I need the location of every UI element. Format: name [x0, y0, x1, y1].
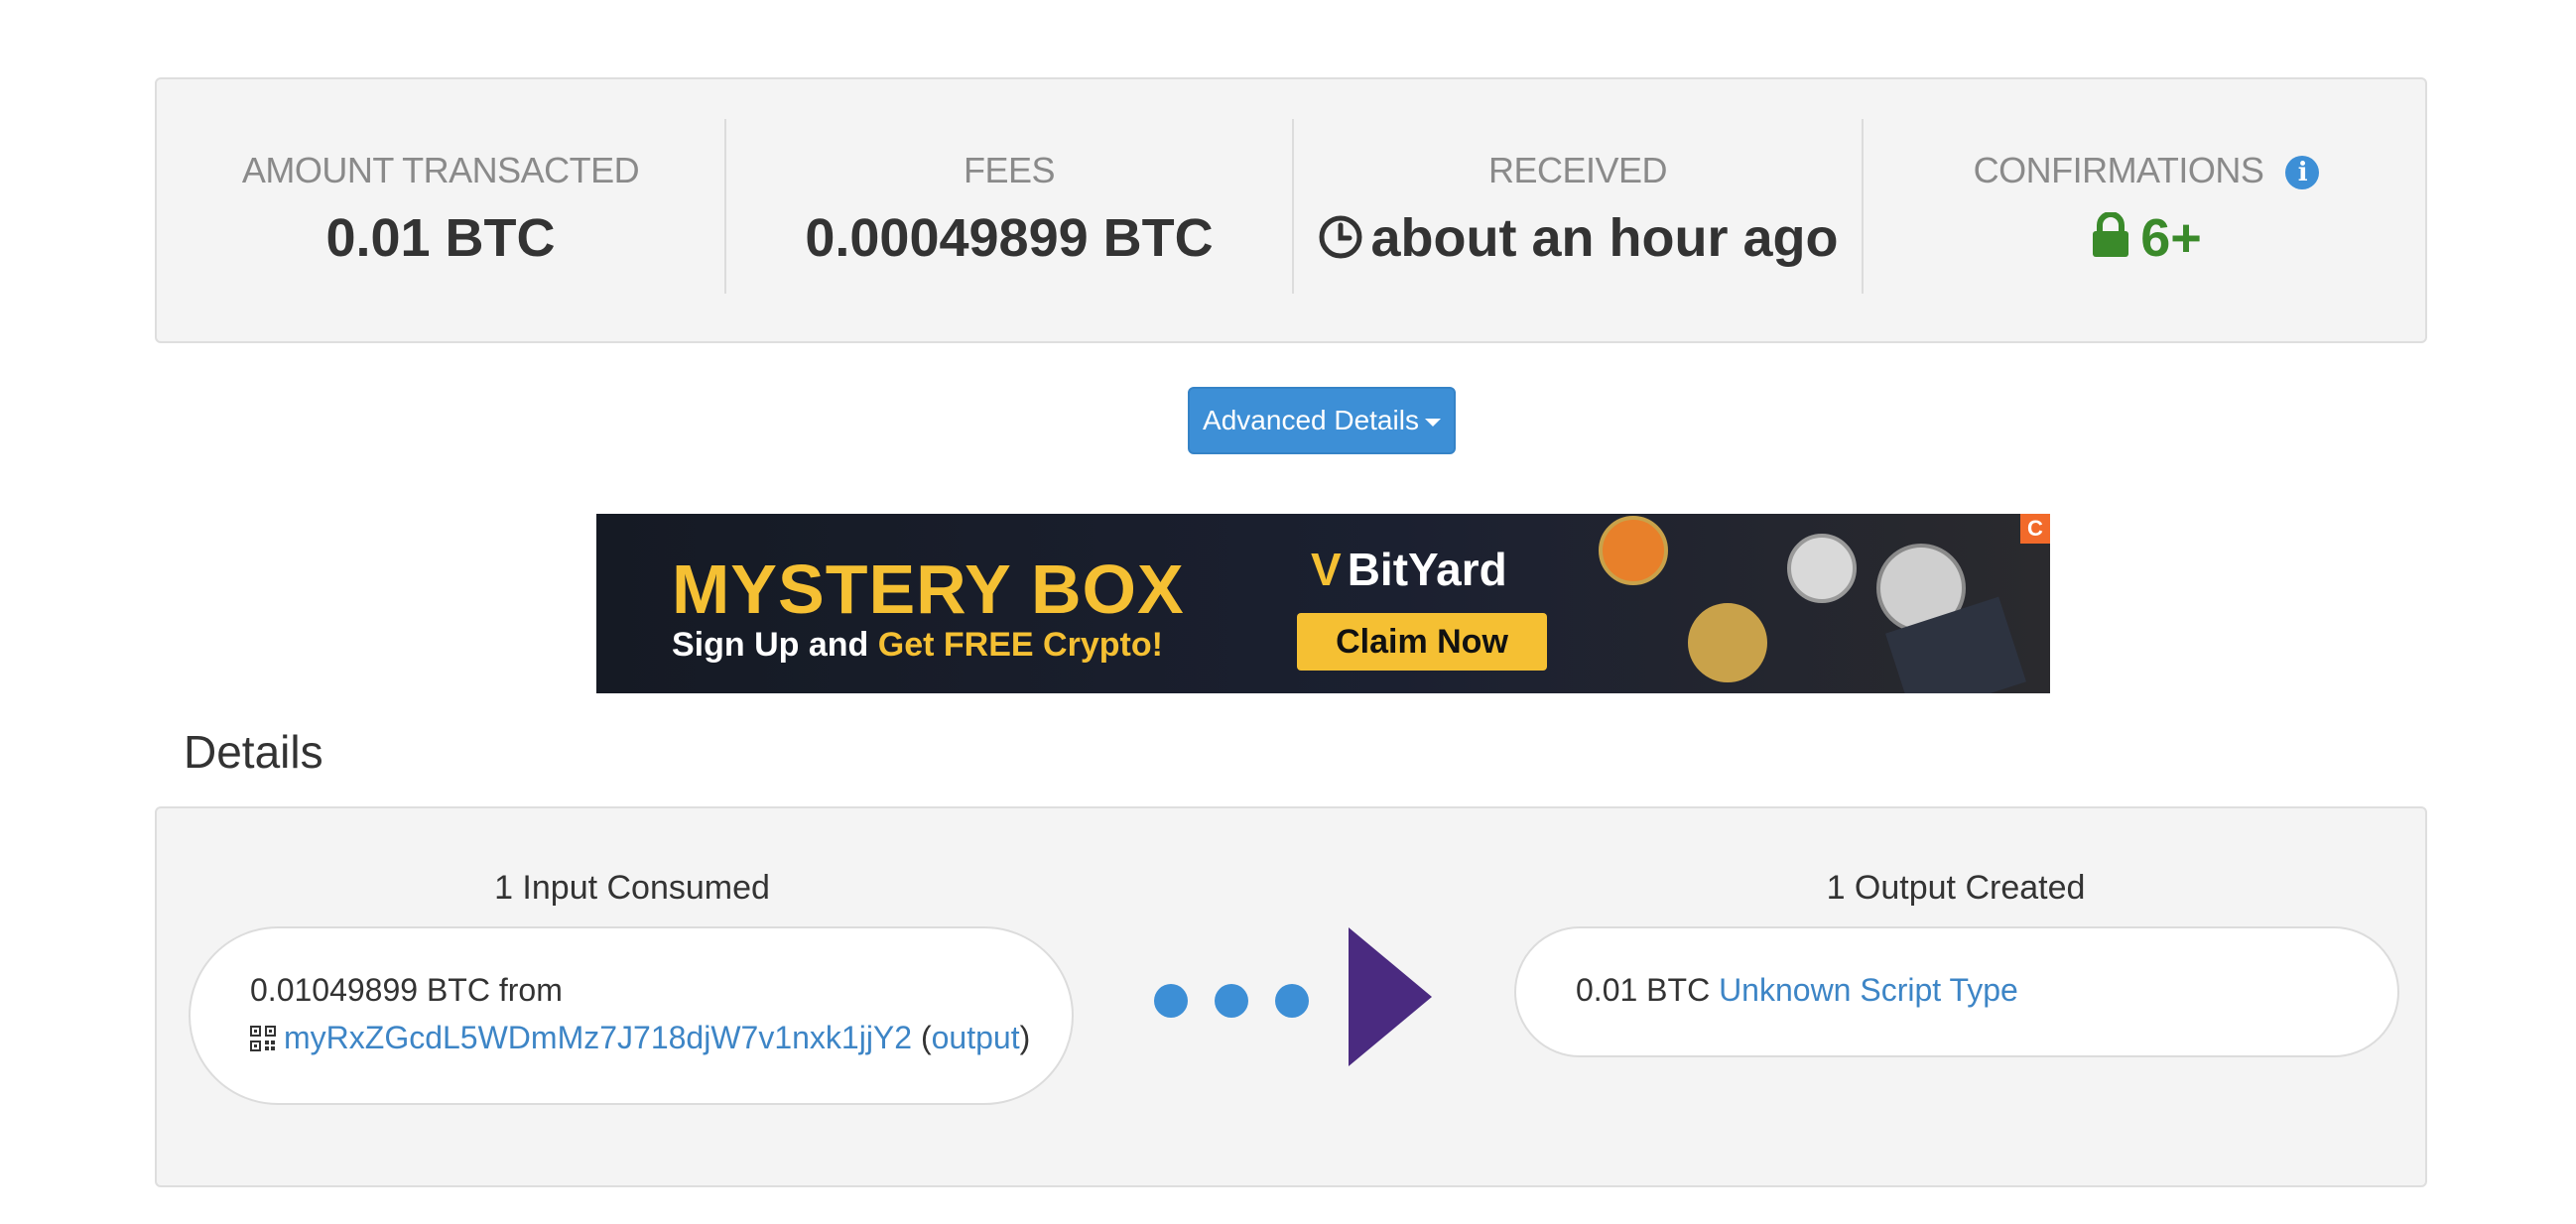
details-panel: 1 Input Consumed 1 Output Created 0.0104…	[155, 806, 2427, 1187]
received-label: RECEIVED	[1487, 150, 1668, 190]
input-address-row: myRxZGcdL5WDmMz7J718djW7v1nxk1jjY2 (outp…	[250, 1014, 1072, 1061]
received-value-row: about an hour ago	[1294, 206, 1862, 270]
from-label: from	[498, 972, 563, 1008]
caret-down-icon	[1424, 418, 1441, 427]
outputs-heading: 1 Output Created	[1826, 869, 2086, 907]
input-address-link[interactable]: myRxZGcdL5WDmMz7J718djW7v1nxk1jjY2	[284, 1020, 912, 1055]
inputs-heading: 1 Input Consumed	[494, 869, 770, 907]
confirmations-label: CONFIRMATIONS	[1973, 150, 2264, 190]
input-amount-row: 0.01049899 BTC from	[250, 966, 1072, 1014]
fees-label: FEES	[963, 150, 1056, 190]
amount-label: AMOUNT TRANSACTED	[241, 150, 640, 190]
details-title: Details	[184, 726, 323, 778]
input-amount: 0.01049899 BTC	[250, 972, 490, 1008]
output-item: 0.01 BTC Unknown Script Type	[1514, 926, 2399, 1057]
ad-banner[interactable]: MYSTERY BOX Sign Up and Get FREE Crypto!…	[596, 514, 2050, 693]
received-stat: RECEIVED about an hour ago	[1294, 119, 1862, 294]
coin-icon	[1599, 516, 1668, 585]
advanced-details-label: Advanced Details	[1203, 405, 1419, 435]
ad-sub-highlight: Get FREE Crypto!	[877, 626, 1163, 664]
coin-icon	[1688, 603, 1767, 682]
ad-corner-badge[interactable]: C	[2020, 514, 2050, 544]
flow-arrow-icon	[1349, 927, 1432, 1066]
amount-value: 0.01 BTC	[325, 208, 556, 268]
confirmations-value: 6+	[2140, 208, 2202, 268]
advanced-details-button[interactable]: Advanced Details	[1188, 387, 1456, 454]
brand-logo-icon: V	[1311, 544, 1342, 595]
ad-brand: V BitYard	[1311, 542, 1507, 597]
info-icon[interactable]: i	[2285, 156, 2320, 190]
lock-icon	[2093, 211, 2129, 257]
ad-claim-button[interactable]: Claim Now	[1297, 613, 1547, 671]
clock-icon	[1319, 215, 1361, 259]
fees-stat: FEES 0.00049899 BTC	[726, 119, 1292, 294]
flow-dot	[1275, 984, 1309, 1018]
amount-stat: AMOUNT TRANSACTED 0.01 BTC	[157, 119, 724, 294]
ad-sub-prefix: Sign Up and	[672, 626, 878, 664]
confirmations-value-row: 6+	[1864, 206, 2429, 270]
received-value: about an hour ago	[1370, 208, 1839, 268]
coin-icon	[1787, 534, 1857, 603]
input-item: 0.01049899 BTC from myRxZGcdL5WDmMz7J718…	[189, 926, 1074, 1105]
output-amount: 0.01 BTC	[1576, 972, 1711, 1008]
flow-dot	[1215, 984, 1248, 1018]
fees-value: 0.00049899 BTC	[805, 208, 1214, 268]
output-script-type-link[interactable]: Unknown Script Type	[1719, 972, 2018, 1008]
ad-subline: Sign Up and Get FREE Crypto!	[672, 625, 1163, 665]
flow-dot	[1154, 984, 1188, 1018]
ad-headline: MYSTERY BOX	[672, 551, 1185, 628]
confirmations-stat: CONFIRMATIONS i 6+	[1864, 119, 2429, 294]
ad-brand-name: BitYard	[1347, 544, 1507, 595]
transaction-summary-panel: AMOUNT TRANSACTED 0.01 BTC FEES 0.000498…	[155, 77, 2427, 343]
qr-code-icon[interactable]	[250, 1026, 276, 1051]
confirmations-label-row: CONFIRMATIONS i	[1864, 149, 2429, 192]
output-link[interactable]: output	[932, 1020, 1020, 1055]
